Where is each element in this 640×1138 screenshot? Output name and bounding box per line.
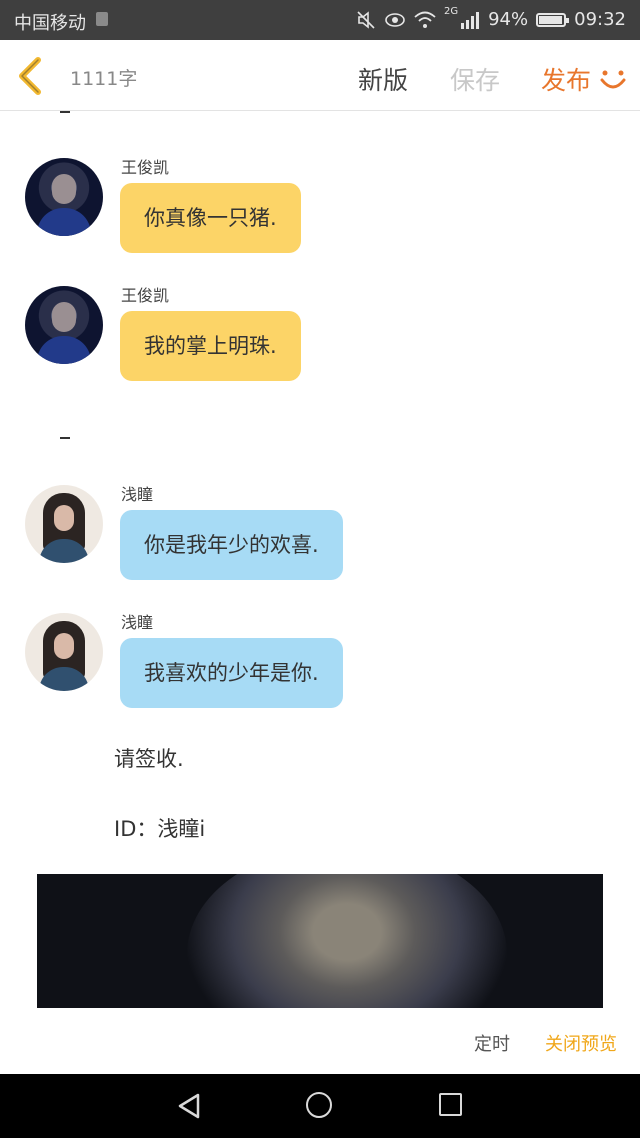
- smile-icon: [600, 70, 626, 89]
- new-version-button[interactable]: 新版: [358, 61, 408, 97]
- close-preview-button[interactable]: 关闭预览: [545, 1030, 617, 1056]
- author-id-text: ID：浅瞳i: [114, 817, 206, 841]
- embedded-photo[interactable]: [37, 874, 603, 1008]
- nav-recent-apps-icon[interactable]: [439, 1093, 462, 1116]
- bottom-actions: 定时 关闭预览: [0, 1016, 640, 1074]
- sender-name: 浅瞳: [121, 613, 154, 632]
- mute-icon: [357, 10, 375, 29]
- sender-name: 王俊凯: [121, 286, 170, 305]
- status-bar: 中国移动 2G 94% 09:32: [0, 0, 640, 40]
- schedule-button[interactable]: 定时: [474, 1030, 510, 1056]
- message-bubble: 我喜欢的少年是你.: [120, 638, 343, 708]
- back-chevron-icon[interactable]: [14, 56, 50, 96]
- nav-home-icon[interactable]: [306, 1092, 332, 1118]
- battery-percent: 94%: [488, 9, 529, 30]
- sim-icon: [96, 12, 108, 26]
- message-bubble: 你是我年少的欢喜.: [120, 510, 343, 580]
- separator-dash: [60, 111, 70, 113]
- carrier-label: 中国移动: [14, 13, 86, 34]
- separator-dash: [60, 437, 70, 439]
- avatar: [25, 485, 103, 563]
- editor-toolbar: 1111字 新版 保存 发布: [0, 40, 640, 111]
- signoff-text: 请签收.: [114, 747, 184, 771]
- save-button[interactable]: 保存: [450, 61, 500, 97]
- preview-content[interactable]: 王俊凯 你真像一只猪. 王俊凯 我的掌上明珠. 浅瞳 你是我年少的欢喜. 浅瞳 …: [0, 111, 640, 1016]
- sender-name: 王俊凯: [121, 158, 170, 177]
- system-nav-bar: [0, 1074, 640, 1138]
- eye-icon: [385, 12, 405, 27]
- battery-icon: [536, 12, 570, 27]
- nav-back-icon[interactable]: [176, 1092, 202, 1120]
- message-bubble: 你真像一只猪.: [120, 183, 301, 253]
- signal-icon: [461, 11, 480, 29]
- status-right: 2G 94% 09:32: [356, 6, 626, 30]
- network-type: 2G: [443, 6, 459, 17]
- publish-button[interactable]: 发布: [541, 61, 591, 97]
- wifi-icon: [414, 11, 436, 28]
- clock: 09:32: [574, 9, 626, 30]
- avatar: [25, 158, 103, 236]
- avatar: [25, 613, 103, 691]
- avatar: [25, 286, 103, 364]
- message-bubble: 我的掌上明珠.: [120, 311, 301, 381]
- sender-name: 浅瞳: [121, 485, 154, 504]
- word-count: 1111字: [70, 68, 138, 90]
- battery-fill: [539, 15, 563, 24]
